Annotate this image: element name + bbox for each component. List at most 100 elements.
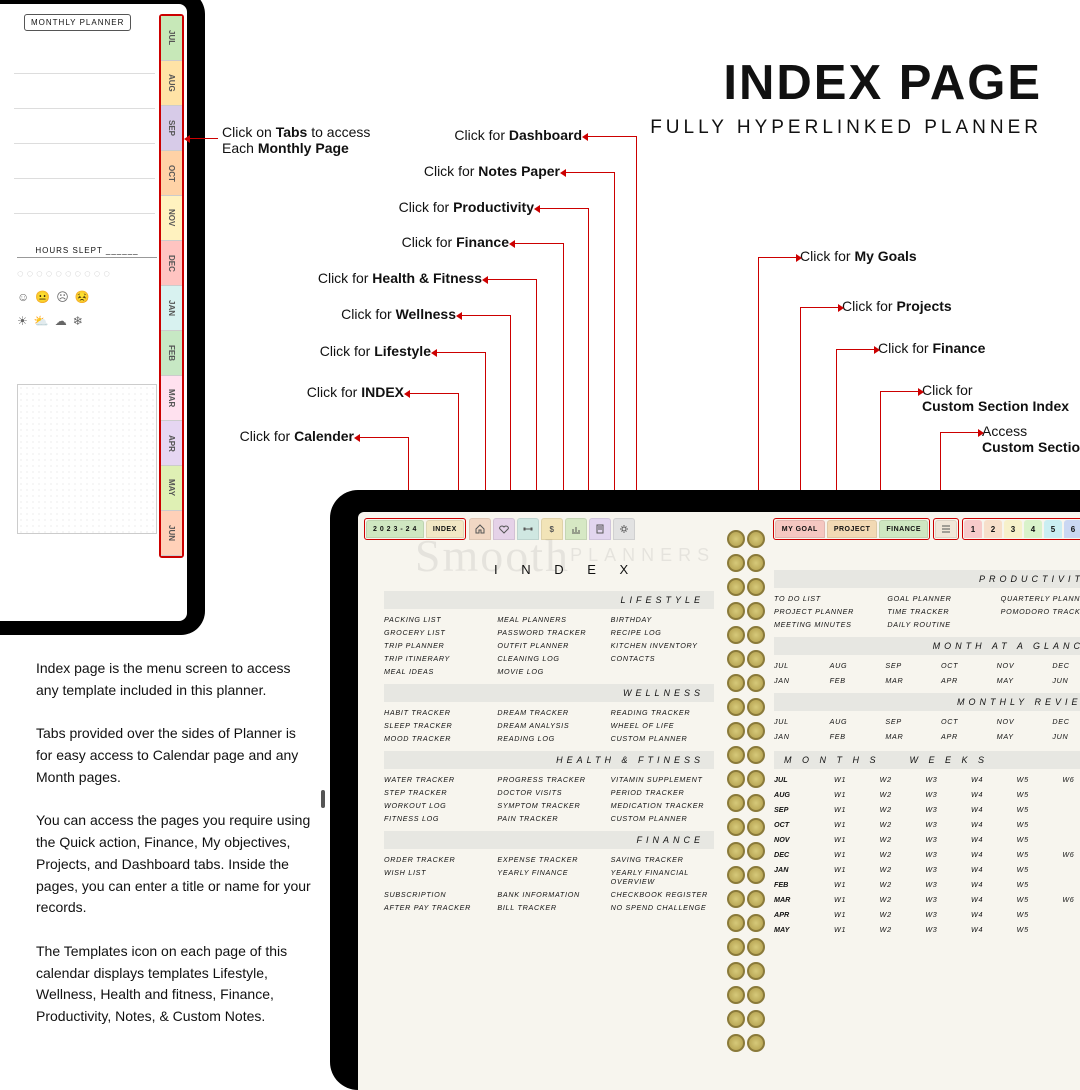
index-link[interactable]: YEARLY FINANCIAL OVERVIEW — [611, 868, 714, 886]
index-link[interactable]: MEDICATION TRACKER — [611, 801, 714, 810]
index-link[interactable]: TRIP ITINERARY — [384, 654, 487, 663]
month-link-aug[interactable]: AUG — [830, 717, 882, 726]
mw-week[interactable]: W2 — [880, 925, 922, 934]
month-link-feb[interactable]: FEB — [830, 676, 882, 685]
mw-week[interactable]: W3 — [925, 790, 967, 799]
mw-week[interactable]: W1 — [834, 895, 876, 904]
notes-icon[interactable] — [589, 518, 611, 540]
index-link[interactable]: CONTACTS — [611, 654, 714, 663]
mw-week[interactable]: W2 — [880, 775, 922, 784]
mw-week[interactable]: W2 — [880, 880, 922, 889]
mw-week[interactable]: W5 — [1017, 790, 1059, 799]
list-icon[interactable] — [935, 520, 957, 538]
mw-week[interactable]: W2 — [880, 835, 922, 844]
mw-month-aug[interactable]: AUG — [774, 790, 830, 799]
index-link[interactable]: EXPENSE TRACKER — [497, 855, 600, 864]
month-tab-jun[interactable]: JUN — [161, 511, 182, 556]
month-link-may[interactable]: MAY — [997, 732, 1049, 741]
tab-custom-2[interactable]: 2 — [984, 520, 1002, 538]
mw-week[interactable]: W2 — [880, 820, 922, 829]
index-link[interactable]: TRIP PLANNER — [384, 641, 487, 650]
month-tab-jan[interactable]: JAN — [161, 286, 182, 331]
index-link[interactable]: OUTFIT PLANNER — [497, 641, 600, 650]
index-link[interactable]: GROCERY LIST — [384, 628, 487, 637]
mw-week[interactable]: W3 — [925, 880, 967, 889]
mw-week[interactable]: W2 — [880, 910, 922, 919]
index-link[interactable]: CHECKBOOK REGISTER — [611, 890, 714, 899]
index-link[interactable]: YEARLY FINANCE — [497, 868, 600, 886]
index-link[interactable]: POMODORO TRACKER — [1001, 607, 1080, 616]
month-link-may[interactable]: MAY — [997, 676, 1049, 685]
monthly-planner-button[interactable]: MONTHLY PLANNER — [24, 14, 131, 31]
month-link-mar[interactable]: MAR — [885, 676, 937, 685]
tab-my-goal[interactable]: MY GOAL — [775, 520, 825, 538]
tab-finance[interactable]: FINANCE — [879, 520, 928, 538]
mw-week[interactable]: W4 — [971, 910, 1013, 919]
mw-week[interactable]: W1 — [834, 835, 876, 844]
index-link[interactable]: DAILY ROUTINE — [887, 620, 990, 629]
month-link-jun[interactable]: JUN — [1052, 676, 1080, 685]
mw-week[interactable]: W3 — [925, 910, 967, 919]
mw-week[interactable]: W5 — [1017, 880, 1059, 889]
mw-month-mar[interactable]: MAR — [774, 895, 830, 904]
index-link[interactable]: PERIOD TRACKER — [611, 788, 714, 797]
month-link-feb[interactable]: FEB — [830, 732, 882, 741]
mw-week[interactable]: W3 — [925, 865, 967, 874]
month-tab-jul[interactable]: JUL — [161, 16, 182, 61]
tab-index[interactable]: INDEX — [426, 520, 464, 538]
month-link-sep[interactable]: SEP — [885, 661, 937, 670]
mw-week[interactable]: W3 — [925, 775, 967, 784]
index-link[interactable]: MEAL IDEAS — [384, 667, 487, 676]
index-link[interactable]: PROGRESS TRACKER — [497, 775, 600, 784]
index-link[interactable]: MEETING MINUTES — [774, 620, 877, 629]
tab-project[interactable]: PROJECT — [827, 520, 878, 538]
index-link[interactable]: RECIPE LOG — [611, 628, 714, 637]
mw-month-oct[interactable]: OCT — [774, 820, 830, 829]
index-link[interactable]: GOAL PLANNER — [887, 594, 990, 603]
mw-month-feb[interactable]: FEB — [774, 880, 830, 889]
gear-icon[interactable] — [613, 518, 635, 540]
mw-week[interactable]: W1 — [834, 805, 876, 814]
mw-month-may[interactable]: MAY — [774, 925, 830, 934]
index-link[interactable]: SUBSCRIPTION — [384, 890, 487, 899]
mw-month-jan[interactable]: JAN — [774, 865, 830, 874]
tab-custom-1[interactable]: 1 — [964, 520, 982, 538]
mw-week[interactable]: W6 — [1062, 850, 1080, 859]
index-link[interactable]: BANK INFORMATION — [497, 890, 600, 899]
month-link-jun[interactable]: JUN — [1052, 732, 1080, 741]
index-link[interactable]: AFTER PAY TRACKER — [384, 903, 487, 912]
index-link[interactable]: VITAMIN SUPPLEMENT — [611, 775, 714, 784]
mw-week[interactable]: W3 — [925, 805, 967, 814]
mw-week[interactable]: W4 — [971, 925, 1013, 934]
mw-week[interactable]: W3 — [925, 820, 967, 829]
mw-week[interactable]: W2 — [880, 790, 922, 799]
dumbbell-icon[interactable] — [517, 518, 539, 540]
mw-month-dec[interactable]: DEC — [774, 850, 830, 859]
mw-week[interactable]: W2 — [880, 865, 922, 874]
mw-week[interactable]: W4 — [971, 865, 1013, 874]
month-tab-may[interactable]: MAY — [161, 466, 182, 511]
month-tab-mar[interactable]: MAR — [161, 376, 182, 421]
month-link-jan[interactable]: JAN — [774, 676, 826, 685]
month-link-jan[interactable]: JAN — [774, 732, 826, 741]
index-link[interactable]: FITNESS LOG — [384, 814, 487, 823]
index-link[interactable]: HABIT TRACKER — [384, 708, 487, 717]
mw-week[interactable]: W4 — [971, 895, 1013, 904]
mw-week[interactable]: W5 — [1017, 775, 1059, 784]
index-link[interactable]: WHEEL OF LIFE — [611, 721, 714, 730]
mw-week[interactable]: W5 — [1017, 850, 1059, 859]
mw-week[interactable]: W4 — [971, 820, 1013, 829]
mw-week[interactable]: W1 — [834, 910, 876, 919]
mw-week[interactable]: W4 — [971, 805, 1013, 814]
mw-week[interactable]: W1 — [834, 880, 876, 889]
index-link[interactable]: BILL TRACKER — [497, 903, 600, 912]
month-tab-aug[interactable]: AUG — [161, 61, 182, 106]
mw-week[interactable]: W4 — [971, 835, 1013, 844]
index-link[interactable]: PASSWORD TRACKER — [497, 628, 600, 637]
mw-week[interactable]: W3 — [925, 850, 967, 859]
mw-week[interactable]: W3 — [925, 925, 967, 934]
index-link[interactable]: PROJECT PLANNER — [774, 607, 877, 616]
month-link-apr[interactable]: APR — [941, 732, 993, 741]
mw-week[interactable]: W1 — [834, 925, 876, 934]
mw-week[interactable]: W6 — [1062, 775, 1080, 784]
